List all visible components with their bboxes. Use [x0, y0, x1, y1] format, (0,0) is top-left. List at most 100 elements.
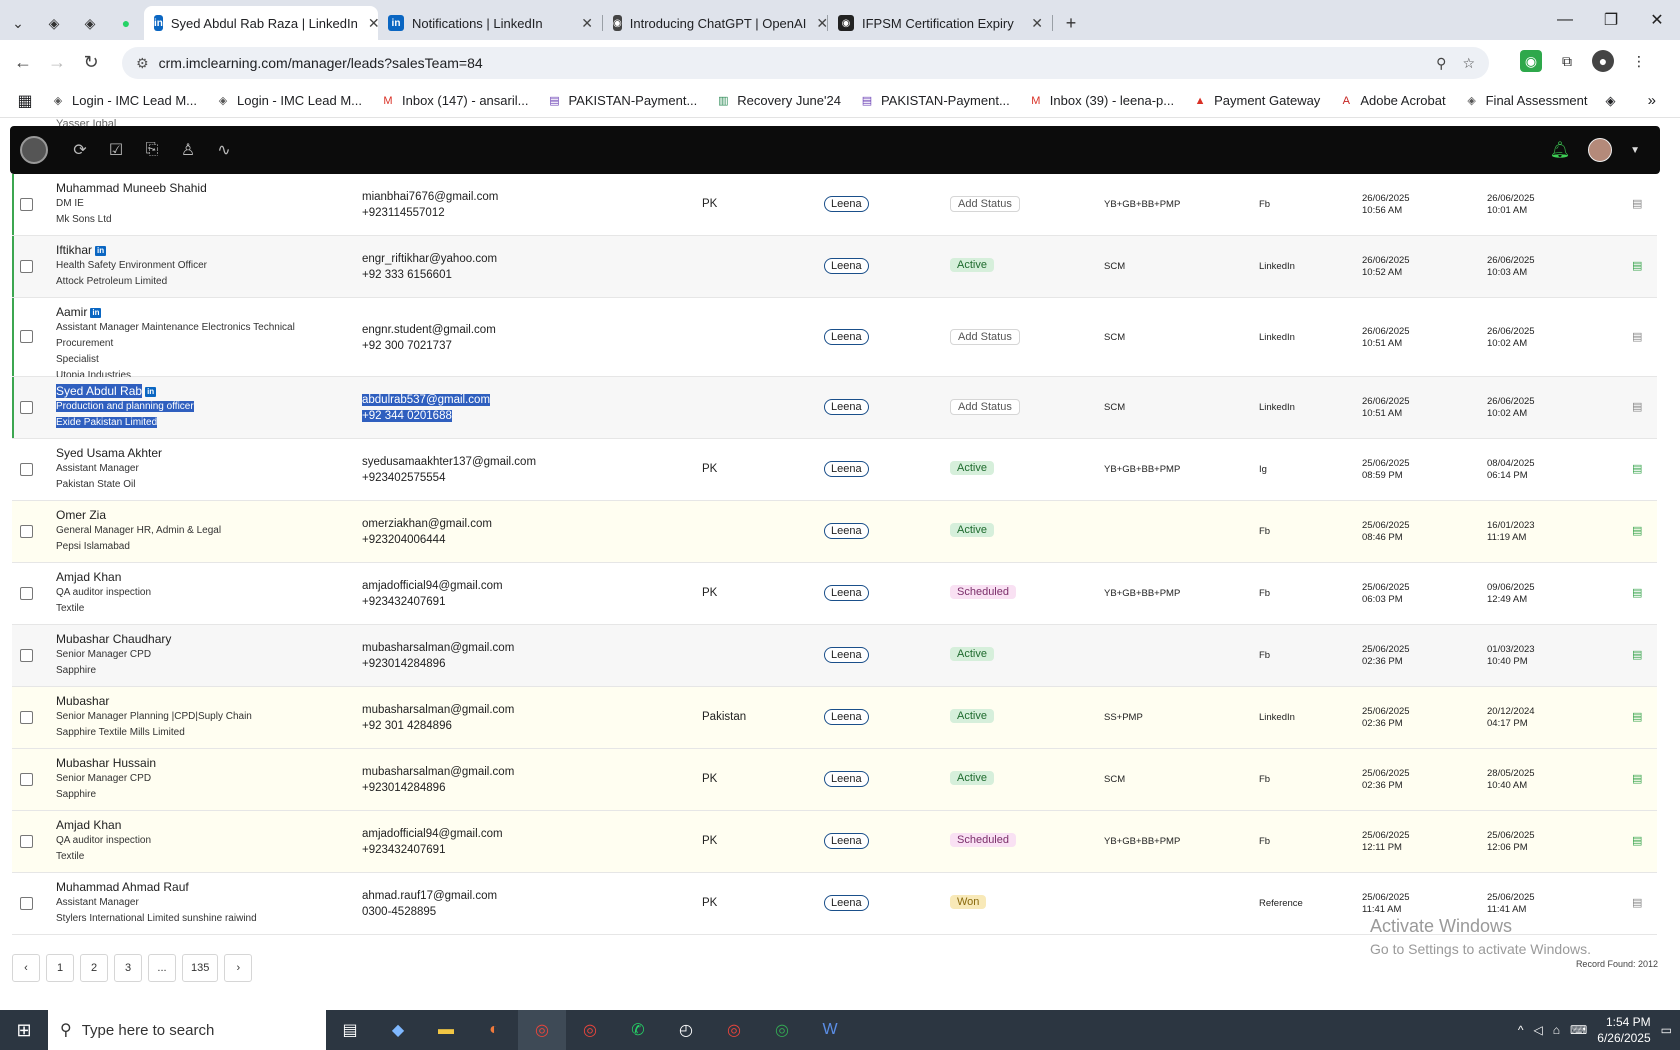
table-row[interactable]: Iftikhar in Health Safety Environment Offi…: [12, 236, 1657, 298]
lead-email[interactable]: mianbhai7676@gmail.com: [362, 189, 602, 205]
document-icon[interactable]: ▤: [1632, 259, 1642, 272]
site-info-icon[interactable]: ⚙: [136, 55, 149, 72]
document-icon[interactable]: ▤: [1632, 772, 1642, 785]
lead-phone-text[interactable]: +92 301 4284896: [362, 720, 452, 732]
bookmark-extra-icon[interactable]: ◈: [1605, 93, 1615, 109]
table-row[interactable]: Amjad Khan QA auditor inspection Textile am…: [12, 563, 1657, 625]
lead-email-text[interactable]: amjadofficial94@gmail.com: [362, 828, 503, 840]
browser-tab[interactable]: ◉ Introducing ChatGPT | OpenAI ✕: [603, 6, 828, 40]
back-button[interactable]: ←: [6, 52, 40, 73]
chrome-profile-2-icon[interactable]: ◎: [710, 1010, 758, 1050]
lead-owner-badge[interactable]: Leena: [824, 585, 869, 601]
table-row[interactable]: Mubashar Senior Manager Planning |CPD|Sup…: [12, 687, 1657, 749]
lead-name[interactable]: Syed Abdul Rab: [56, 384, 143, 398]
lead-status-badge[interactable]: Scheduled: [950, 585, 1016, 599]
lead-name[interactable]: Syed Usama Akhter: [56, 446, 162, 460]
bookmark-item[interactable]: M Inbox (39) - leena-p...: [1028, 93, 1174, 109]
extension-green-icon[interactable]: ◉: [1520, 50, 1542, 72]
row-checkbox[interactable]: [20, 896, 33, 910]
bookmark-item[interactable]: ▥ Recovery June'24: [715, 93, 841, 109]
pagination-ellipsis[interactable]: ...: [148, 954, 176, 982]
lead-status-badge[interactable]: Add Status: [950, 196, 1020, 212]
tab-close-icon[interactable]: ✕: [571, 15, 593, 32]
lead-owner-badge[interactable]: Leena: [824, 771, 869, 787]
table-row[interactable]: Aamir in Assistant Manager Maintenance Ele…: [12, 298, 1657, 381]
lead-owner-badge[interactable]: Leena: [824, 833, 869, 849]
lead-email[interactable]: omerziakhan@gmail.com: [362, 516, 602, 532]
lead-phone-text[interactable]: +923114557012: [362, 207, 445, 219]
keyboard-icon[interactable]: ⌨: [1570, 1023, 1587, 1037]
lead-email[interactable]: mubasharsalman@gmail.com: [362, 702, 602, 718]
lead-phone-text[interactable]: +923432407691: [362, 596, 445, 608]
lead-status-badge[interactable]: Active: [950, 523, 994, 537]
lead-name[interactable]: Mubashar: [56, 694, 109, 708]
pinned-tab-whatsapp[interactable]: ●: [108, 6, 144, 40]
forward-button[interactable]: →: [40, 52, 74, 73]
lead-owner-badge[interactable]: Leena: [824, 328, 869, 345]
row-checkbox[interactable]: [20, 586, 33, 600]
pagination-prev-button[interactable]: ‹: [12, 954, 40, 982]
notification-center-icon[interactable]: ▭: [1661, 1023, 1672, 1037]
lead-status-badge[interactable]: Active: [950, 258, 994, 272]
table-row[interactable]: Omer Zia General Manager HR, Admin & Lega…: [12, 501, 1657, 563]
lead-phone[interactable]: +923014284896: [362, 780, 602, 796]
lead-email[interactable]: mubasharsalman@gmail.com: [362, 764, 602, 780]
tab-close-icon[interactable]: ✕: [358, 15, 380, 32]
pagination-page-1[interactable]: 1: [46, 954, 74, 982]
extensions-puzzle-icon[interactable]: ⧉: [1556, 50, 1578, 72]
lead-email[interactable]: ahmad.rauf17@gmail.com: [362, 888, 602, 904]
row-checkbox[interactable]: [20, 259, 33, 273]
chrome-profile-icon[interactable]: ◎: [566, 1010, 614, 1050]
lead-email-text[interactable]: mubasharsalman@gmail.com: [362, 642, 514, 654]
lead-owner-badge[interactable]: Leena: [824, 258, 869, 274]
reload-button[interactable]: ↻: [74, 52, 108, 73]
bookmark-item[interactable]: ◈ Login - IMC Lead M...: [50, 93, 197, 109]
bookmark-item[interactable]: ▤ PAKISTAN-Payment...: [859, 93, 1010, 109]
lead-name[interactable]: Omer Zia: [56, 508, 106, 522]
pagination-page-2[interactable]: 2: [80, 954, 108, 982]
lead-owner-badge[interactable]: Leena: [824, 895, 869, 911]
row-checkbox[interactable]: [20, 710, 33, 724]
lead-email[interactable]: syedusamaakhter137@gmail.com: [362, 454, 602, 470]
lead-name[interactable]: Amjad Khan: [56, 818, 121, 832]
close-window-button[interactable]: ✕: [1634, 10, 1680, 30]
table-row[interactable]: Syed Usama Akhter Assistant Manager Pakist…: [12, 439, 1657, 501]
lead-name[interactable]: Mubashar Chaudhary: [56, 632, 171, 646]
lead-name[interactable]: Mubashar Hussain: [56, 756, 156, 770]
imc-logo[interactable]: [20, 136, 48, 164]
activity-pulse-icon[interactable]: ∿: [206, 140, 242, 160]
user-avatar[interactable]: [1588, 138, 1613, 162]
bookmark-item[interactable]: ◈ Login - IMC Lead M...: [215, 93, 362, 109]
lead-status-badge[interactable]: Add Status: [950, 328, 1020, 345]
lead-email-text[interactable]: syedusamaakhter137@gmail.com: [362, 456, 536, 468]
browser-tab[interactable]: in Syed Abdul Rab Raza | LinkedIn ✕: [144, 6, 380, 40]
lead-status-badge[interactable]: Active: [950, 461, 994, 475]
document-icon[interactable]: ▤: [1632, 197, 1642, 210]
notification-bell-icon[interactable]: 🔔︎: [1550, 140, 1570, 160]
browser-tab[interactable]: in Notifications | LinkedIn ✕: [378, 6, 603, 40]
maximize-button[interactable]: ❐: [1588, 10, 1634, 30]
row-checkbox[interactable]: [20, 462, 33, 476]
lead-phone[interactable]: +923402575554: [362, 470, 602, 486]
bookmark-item[interactable]: A Adobe Acrobat: [1338, 93, 1446, 109]
lead-phone[interactable]: 0300-4528895: [362, 904, 602, 920]
taskview-icon[interactable]: ▤: [326, 1010, 374, 1050]
bookmark-item[interactable]: ▲ Payment Gateway: [1192, 93, 1321, 109]
file-explorer-icon[interactable]: ▬: [422, 1010, 470, 1050]
row-checkbox[interactable]: [20, 648, 33, 662]
lead-email-text[interactable]: engnr.student@gmail.com: [362, 324, 496, 336]
taskbar-search[interactable]: ⚲ Type here to search: [48, 1010, 326, 1050]
table-row[interactable]: Syed Abdul Rab in Production and planning …: [12, 377, 1657, 439]
table-row[interactable]: Muhammad Muneeb Shahid DM IE Mk Sons Ltd mi…: [12, 174, 1657, 236]
windows-start-icon[interactable]: ⊞: [0, 1020, 48, 1041]
document-icon[interactable]: ▤: [1632, 834, 1642, 847]
document-icon[interactable]: ▤: [1632, 330, 1642, 343]
row-checkbox[interactable]: [20, 330, 33, 343]
lead-phone-text[interactable]: +923014284896: [362, 658, 445, 670]
lead-phone-text[interactable]: +92 333 6156601: [362, 269, 452, 281]
chevron-down-icon[interactable]: ▼: [1630, 145, 1640, 156]
lead-phone-text[interactable]: +92 344 0201688: [362, 410, 452, 422]
lead-email[interactable]: engr_riftikhar@yahoo.com: [362, 251, 602, 267]
lead-email[interactable]: engnr.student@gmail.com: [362, 322, 602, 338]
tray-chevron-icon[interactable]: ^: [1518, 1023, 1524, 1037]
